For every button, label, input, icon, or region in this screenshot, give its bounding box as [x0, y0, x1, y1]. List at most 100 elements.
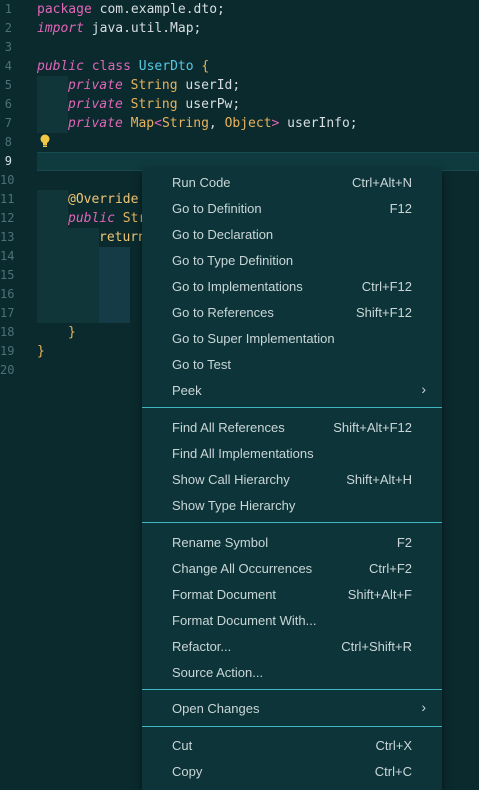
menu-item-run-code[interactable]: Run Code Ctrl+Alt+N — [142, 170, 442, 196]
menu-separator — [142, 726, 442, 727]
code-line-4: public class UserDto { — [37, 57, 209, 76]
line-number: 11 — [0, 192, 15, 206]
menu-item-find-all-references[interactable]: Find All References Shift+Alt+F12 — [142, 415, 442, 441]
line-number: 6 — [4, 97, 12, 111]
menu-item-shortcut: Ctrl+Shift+R — [341, 639, 412, 654]
menu-item-shortcut: Shift+Alt+F — [347, 587, 412, 602]
code-line-6: private String userPw; — [68, 95, 240, 114]
line-number: 4 — [4, 59, 12, 73]
menu-item-find-all-implementations[interactable]: Find All Implementations — [142, 441, 442, 467]
menu-item-copy[interactable]: Copy Ctrl+C — [142, 759, 442, 785]
menu-item-go-to-references[interactable]: Go to References Shift+F12 — [142, 300, 442, 326]
line-number: 16 — [0, 287, 15, 301]
menu-item-label: Go to Implementations — [172, 279, 303, 294]
menu-item-go-to-test[interactable]: Go to Test — [142, 352, 442, 378]
menu-item-label: Show Type Hierarchy — [172, 498, 296, 513]
code-line-19: } — [37, 342, 45, 361]
menu-item-format-document[interactable]: Format Document Shift+Alt+F — [142, 582, 442, 608]
line-number: 3 — [4, 40, 12, 54]
brace: } — [68, 325, 76, 340]
keyword: private — [68, 97, 123, 112]
indent-guide — [68, 228, 99, 323]
lightbulb-icon[interactable] — [40, 133, 50, 147]
keyword: import — [37, 21, 84, 36]
menu-item-shortcut: Ctrl+F2 — [369, 561, 412, 576]
keyword: class — [83, 59, 139, 74]
menu-item-go-to-definition[interactable]: Go to Definition F12 — [142, 196, 442, 222]
line-number: 5 — [4, 78, 12, 92]
chevron-right-icon: › — [421, 699, 426, 715]
menu-item-shortcut: Ctrl+Alt+N — [352, 175, 412, 190]
menu-item-label: Open Changes — [172, 701, 260, 716]
annotation: @Override — [68, 192, 139, 207]
code-line-1: package com.example.dto; — [37, 0, 225, 19]
code-text: userPw; — [177, 97, 241, 112]
menu-item-cut[interactable]: Cut Ctrl+X — [142, 733, 442, 759]
line-number: 8 — [4, 135, 12, 149]
menu-item-shortcut: Ctrl+F12 — [361, 279, 412, 294]
line-number: 20 — [0, 363, 15, 377]
menu-item-label: Find All References — [172, 420, 285, 435]
menu-item-label: Peek — [172, 383, 202, 398]
type-name: Object — [224, 116, 272, 131]
line-number: 1 — [4, 2, 12, 16]
menu-item-label: Go to Definition — [172, 201, 262, 216]
menu-item-source-action[interactable]: Source Action... — [142, 660, 442, 686]
current-line-highlight — [37, 152, 479, 171]
menu-item-label: Source Action... — [172, 665, 264, 680]
line-number: 19 — [0, 344, 15, 358]
chevron-right-icon: › — [421, 381, 426, 397]
code-text: com.example.dto; — [91, 2, 225, 17]
menu-item-show-call-hierarchy[interactable]: Show Call Hierarchy Shift+Alt+H — [142, 467, 442, 493]
line-number: 10 — [0, 173, 15, 187]
menu-item-label: Run Code — [172, 175, 231, 190]
menu-item-go-to-implementations[interactable]: Go to Implementations Ctrl+F12 — [142, 274, 442, 300]
menu-item-open-changes[interactable]: Open Changes › — [142, 696, 442, 722]
menu-item-label: Change All Occurrences — [172, 561, 313, 576]
menu-item-refactor[interactable]: Refactor... Ctrl+Shift+R — [142, 634, 442, 660]
line-number: 14 — [0, 249, 15, 263]
line-number: 7 — [4, 116, 12, 130]
menu-item-rename-symbol[interactable]: Rename Symbol F2 — [142, 530, 442, 556]
context-menu: Run Code Ctrl+Alt+N Go to Definition F12 G… — [142, 170, 442, 790]
menu-item-label: Copy — [172, 764, 203, 779]
menu-item-format-document-with[interactable]: Format Document With... — [142, 608, 442, 634]
menu-item-shortcut: Ctrl+X — [375, 738, 412, 753]
menu-separator — [142, 407, 442, 408]
menu-item-go-to-type-definition[interactable]: Go to Type Definition — [142, 248, 442, 274]
line-number: 2 — [4, 21, 12, 35]
code-line-5: private String userId; — [68, 76, 240, 95]
keyword: public — [37, 59, 84, 74]
menu-item-label: Show Call Hierarchy — [172, 472, 290, 487]
menu-item-label: Format Document — [172, 587, 277, 602]
keyword: private — [68, 116, 123, 131]
type-name: String — [122, 97, 178, 112]
indent-guide — [37, 76, 68, 133]
code-line-18: } — [68, 323, 76, 342]
brace: { — [193, 59, 210, 74]
menu-separator — [142, 689, 442, 690]
code-text: java.util.Map; — [83, 21, 202, 36]
code-text: userInfo; — [279, 116, 358, 131]
menu-item-peek[interactable]: Peek › — [142, 378, 442, 404]
menu-item-label: Go to Declaration — [172, 227, 274, 242]
line-number: 12 — [0, 211, 15, 225]
code-text: , — [208, 116, 225, 131]
menu-item-label: Go to Type Definition — [172, 253, 294, 268]
menu-item-label: Format Document With... — [172, 613, 317, 628]
menu-item-go-to-declaration[interactable]: Go to Declaration — [142, 222, 442, 248]
menu-item-shortcut: Shift+Alt+H — [346, 472, 412, 487]
menu-item-shortcut: F2 — [396, 535, 412, 550]
menu-item-show-type-hierarchy[interactable]: Show Type Hierarchy — [142, 493, 442, 519]
menu-item-shortcut: Shift+Alt+F12 — [333, 420, 412, 435]
line-number-active: 9 — [4, 154, 12, 168]
code-line-2: import java.util.Map; — [37, 19, 201, 38]
keyword: private — [68, 78, 123, 93]
line-number: 15 — [0, 268, 15, 282]
line-number: 13 — [0, 230, 15, 244]
menu-item-go-to-super-implementation[interactable]: Go to Super Implementation — [142, 326, 442, 352]
menu-item-shortcut: Ctrl+C — [374, 764, 412, 779]
menu-item-change-all-occurrences[interactable]: Change All Occurrences Ctrl+F2 — [142, 556, 442, 582]
menu-separator — [142, 522, 442, 523]
code-line-7: private Map<String, Object> userInfo; — [68, 114, 358, 133]
